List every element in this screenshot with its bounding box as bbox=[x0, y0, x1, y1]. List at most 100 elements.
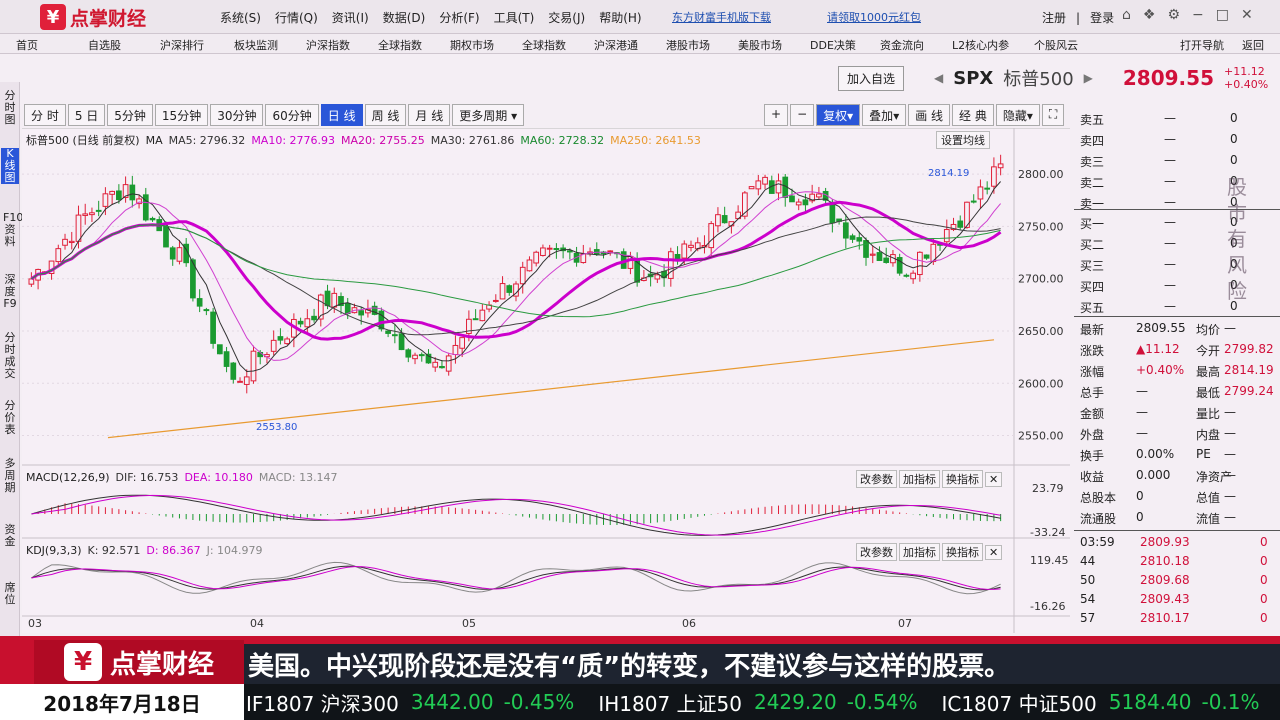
nav-global-index-2[interactable]: 全球指数 bbox=[522, 37, 566, 53]
skin-icon[interactable]: ❖ bbox=[1143, 7, 1156, 23]
zoom-out-button[interactable]: − bbox=[790, 104, 815, 126]
menu-help[interactable]: 帮助(H) bbox=[599, 9, 641, 26]
candle-body bbox=[519, 266, 526, 285]
promo-mobile-download[interactable]: 东方财富手机版下载 bbox=[672, 9, 771, 25]
candle-body bbox=[492, 299, 499, 302]
home-icon[interactable]: ⌂ bbox=[1122, 7, 1131, 23]
overlay-button[interactable]: 叠加▾ bbox=[862, 104, 907, 126]
nav-watchlist[interactable]: 自选股 bbox=[88, 37, 121, 53]
macd-close-icon[interactable]: ✕ bbox=[985, 471, 1003, 487]
bid-label: 买二 bbox=[1080, 238, 1105, 252]
side-tab-kline[interactable]: K线图 bbox=[1, 148, 19, 184]
candle-body bbox=[163, 226, 169, 248]
side-tab-depth[interactable]: 深度F9 bbox=[3, 274, 17, 310]
nav-back[interactable]: 返回 bbox=[1242, 37, 1264, 53]
nav-home[interactable]: 首页 bbox=[16, 37, 38, 53]
nav-l2[interactable]: L2核心内参 bbox=[952, 37, 1009, 53]
next-symbol-icon[interactable]: ▶ bbox=[1084, 71, 1093, 85]
menu-news[interactable]: 资讯(I) bbox=[332, 9, 369, 26]
settings-icon[interactable]: ⚙ bbox=[1167, 7, 1180, 23]
menu-data[interactable]: 数据(D) bbox=[383, 9, 426, 26]
adjust-button[interactable]: 复权▾ bbox=[816, 104, 861, 126]
period-timeshare[interactable]: 分 时 bbox=[24, 104, 66, 126]
side-tab-seats[interactable]: 席位 bbox=[3, 582, 17, 606]
period-30min[interactable]: 30分钟 bbox=[210, 104, 264, 126]
nav-connect[interactable]: 沪深港通 bbox=[594, 37, 638, 53]
nav-stock-story[interactable]: 个股风云 bbox=[1034, 37, 1078, 53]
side-tab-price-table[interactable]: 分价表 bbox=[3, 400, 17, 436]
ma-settings-button[interactable]: 设置均线 bbox=[936, 131, 990, 149]
nav-dde[interactable]: DDE决策 bbox=[810, 37, 856, 53]
high-label: 2814.19 bbox=[928, 168, 969, 179]
menu-system[interactable]: 系统(S) bbox=[220, 9, 261, 26]
last-price: 2809.55 bbox=[1122, 66, 1214, 90]
period-5day[interactable]: 5 日 bbox=[67, 104, 106, 126]
nav-hs-ranking[interactable]: 沪深排行 bbox=[160, 37, 204, 53]
kdj-close-icon[interactable]: ✕ bbox=[985, 544, 1003, 560]
macd-add-indicator-button[interactable]: 加指标 bbox=[899, 470, 940, 488]
stat-row: 最新 2809.55 均价 — bbox=[1074, 318, 1280, 338]
side-tab-f10[interactable]: F10资料 bbox=[3, 212, 23, 248]
kdj-switch-indicator-button[interactable]: 换指标 bbox=[942, 543, 983, 561]
promo-red-packet[interactable]: 请领取1000元红包 bbox=[827, 9, 921, 25]
candle-body bbox=[297, 320, 304, 325]
register-link[interactable]: 注册 bbox=[1042, 9, 1066, 26]
nav-options[interactable]: 期权市场 bbox=[450, 37, 494, 53]
candle-body bbox=[869, 253, 876, 256]
period-5min[interactable]: 5分钟 bbox=[107, 104, 153, 126]
ask-price: — bbox=[1164, 111, 1176, 125]
login-link[interactable]: 登录 bbox=[1090, 9, 1114, 26]
candle-body bbox=[842, 222, 849, 239]
ma60-value: MA60: 2728.32 bbox=[520, 133, 605, 147]
price-change: +11.12 bbox=[1223, 65, 1265, 78]
period-monthly[interactable]: 月 线 bbox=[408, 104, 451, 126]
side-tab-fund[interactable]: 资金 bbox=[3, 524, 17, 548]
period-daily[interactable]: 日 线 bbox=[320, 104, 363, 126]
draw-button[interactable]: 画 线 bbox=[908, 104, 951, 126]
period-15min[interactable]: 15分钟 bbox=[154, 104, 209, 126]
side-tab-multi-period[interactable]: 多周期 bbox=[3, 458, 17, 494]
nav-fund-flow[interactable]: 资金流向 bbox=[880, 37, 924, 53]
bid-label: 买四 bbox=[1080, 280, 1105, 294]
stat-value: — bbox=[1136, 405, 1148, 419]
nav-open-nav[interactable]: 打开导航 bbox=[1180, 37, 1224, 53]
maximize-icon[interactable]: □ bbox=[1216, 7, 1229, 23]
close-icon[interactable]: ✕ bbox=[1241, 7, 1253, 23]
add-watchlist-button[interactable]: 加入自选 bbox=[838, 65, 905, 91]
hide-button[interactable]: 隐藏▾ bbox=[995, 104, 1040, 126]
nav-hs-index[interactable]: 沪深指数 bbox=[306, 37, 350, 53]
ticker-index-name: IF1807 沪深300 bbox=[246, 691, 399, 716]
menu-analysis[interactable]: 分析(F) bbox=[439, 9, 479, 26]
nav-us-market[interactable]: 美股市场 bbox=[738, 37, 782, 53]
candle-body bbox=[654, 274, 661, 280]
nav-global-index[interactable]: 全球指数 bbox=[378, 37, 422, 53]
tick-price: 2810.17 bbox=[1140, 611, 1190, 625]
macd-switch-indicator-button[interactable]: 换指标 bbox=[942, 470, 983, 488]
tick-volume: 0 bbox=[1260, 592, 1268, 606]
menu-quotes[interactable]: 行情(Q) bbox=[275, 9, 318, 26]
period-more[interactable]: 更多周期 ▾ bbox=[452, 104, 525, 126]
macd-params-button[interactable]: 改参数 bbox=[856, 470, 897, 488]
stat-label: 最新 bbox=[1080, 323, 1105, 337]
side-tab-timeshare[interactable]: 分时图 bbox=[3, 90, 17, 126]
stat-row: 外盘 — 内盘 — bbox=[1074, 423, 1280, 443]
prev-symbol-icon[interactable]: ◀ bbox=[934, 71, 943, 85]
menu-trade[interactable]: 交易(J) bbox=[548, 9, 585, 26]
candle-body bbox=[829, 201, 836, 224]
fullscreen-icon[interactable]: ⛶ bbox=[1041, 104, 1065, 126]
period-60min[interactable]: 60分钟 bbox=[265, 104, 319, 126]
kdj-add-indicator-button[interactable]: 加指标 bbox=[899, 543, 940, 561]
classic-button[interactable]: 经 典 bbox=[952, 104, 994, 126]
bid-row: 买二 —0 bbox=[1074, 233, 1280, 253]
ask-price: — bbox=[1164, 195, 1176, 209]
zoom-in-button[interactable]: + bbox=[764, 104, 789, 126]
nav-sector-monitor[interactable]: 板块监测 bbox=[234, 37, 278, 53]
nav-hk-market[interactable]: 港股市场 bbox=[666, 37, 710, 53]
menu-tools[interactable]: 工具(T) bbox=[494, 9, 535, 26]
stat-label-2: 最低 bbox=[1196, 386, 1221, 400]
period-weekly[interactable]: 周 线 bbox=[364, 104, 407, 126]
side-tab-trades[interactable]: 分时成交 bbox=[3, 332, 17, 380]
kdj-params-button[interactable]: 改参数 bbox=[856, 543, 897, 561]
logo-text: 点掌财经 bbox=[70, 7, 147, 30]
minimize-icon[interactable]: − bbox=[1192, 7, 1204, 23]
